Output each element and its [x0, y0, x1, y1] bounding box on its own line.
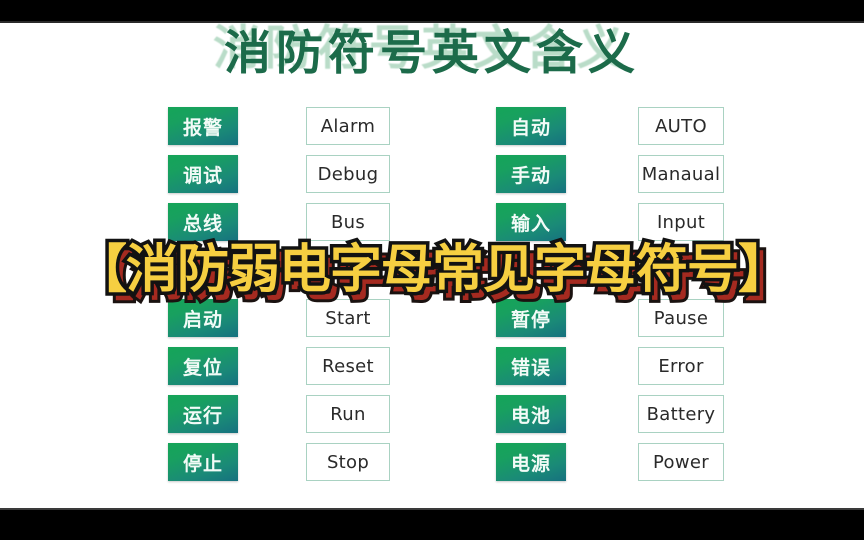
english-term-box: Power: [638, 443, 724, 481]
term-row: 启动 Start: [168, 299, 390, 347]
english-term-box: Input: [638, 203, 724, 241]
letterbox-bottom: [0, 510, 864, 540]
english-term-box: Pause: [638, 299, 724, 337]
term-row: 运行 Run: [168, 395, 390, 443]
chinese-term-chip: 复位: [168, 347, 238, 385]
term-row: 停止 Stop: [168, 443, 390, 491]
chinese-term-chip: 暂停: [496, 299, 566, 337]
chinese-term-chip: 手动: [496, 155, 566, 193]
term-row: 暂停 Pause: [496, 299, 724, 347]
term-column-right: 自动 AUTO 手动 Manaual 输入 Input 暂停 Pause 错误 Error 电池 Ba…: [496, 107, 724, 491]
chinese-term-chip: 电源: [496, 443, 566, 481]
chinese-term-chip: 电池: [496, 395, 566, 433]
english-term-box: Battery: [638, 395, 724, 433]
chinese-term-chip: 报警: [168, 107, 238, 145]
letterbox-bottom-edge: [0, 508, 864, 510]
term-row: 调试 Debug: [168, 155, 390, 203]
term-row: 输入 Input: [496, 203, 724, 251]
english-term-box: Alarm: [306, 107, 390, 145]
term-row: [496, 251, 566, 299]
term-row: 电池 Battery: [496, 395, 724, 443]
page-title: 消防符号英文含义 消防符号英文含义: [0, 21, 864, 82]
term-row: 自动 AUTO: [496, 107, 724, 155]
letterbox-top: [0, 0, 864, 21]
page-title-face: 消防符号英文含义: [224, 26, 640, 81]
video-frame: 消防符号英文含义 消防符号英文含义 报警 Alarm 调试 Debug 总线 Bus 启动 S…: [0, 0, 864, 540]
chinese-term-chip: 启动: [168, 299, 238, 337]
chinese-term-chip: 运行: [168, 395, 238, 433]
term-row: 电源 Power: [496, 443, 724, 491]
english-term-box: Bus: [306, 203, 390, 241]
english-term-box: Debug: [306, 155, 390, 193]
term-row: 报警 Alarm: [168, 107, 390, 155]
term-row: [168, 251, 238, 299]
chinese-term-chip: 停止: [168, 443, 238, 481]
term-row: 总线 Bus: [168, 203, 390, 251]
english-term-box: AUTO: [638, 107, 724, 145]
english-term-box: Start: [306, 299, 390, 337]
letterbox-top-edge: [0, 21, 864, 23]
term-row: 错误 Error: [496, 347, 724, 395]
slide-stage: 消防符号英文含义 消防符号英文含义 报警 Alarm 调试 Debug 总线 Bus 启动 S…: [0, 21, 864, 510]
chinese-term-chip: 自动: [496, 107, 566, 145]
term-column-left: 报警 Alarm 调试 Debug 总线 Bus 启动 Start 复位 Reset 运行 Run 停止…: [168, 107, 390, 491]
english-term-box: Run: [306, 395, 390, 433]
english-term-box: Manaual: [638, 155, 724, 193]
chinese-term-chip: 总线: [168, 203, 238, 241]
term-row: 复位 Reset: [168, 347, 390, 395]
chinese-term-chip: 错误: [496, 347, 566, 385]
chinese-term-chip: 调试: [168, 155, 238, 193]
term-row: 手动 Manaual: [496, 155, 724, 203]
english-term-box: Error: [638, 347, 724, 385]
english-term-box: Stop: [306, 443, 390, 481]
chinese-term-chip: 输入: [496, 203, 566, 241]
english-term-box: Reset: [306, 347, 390, 385]
